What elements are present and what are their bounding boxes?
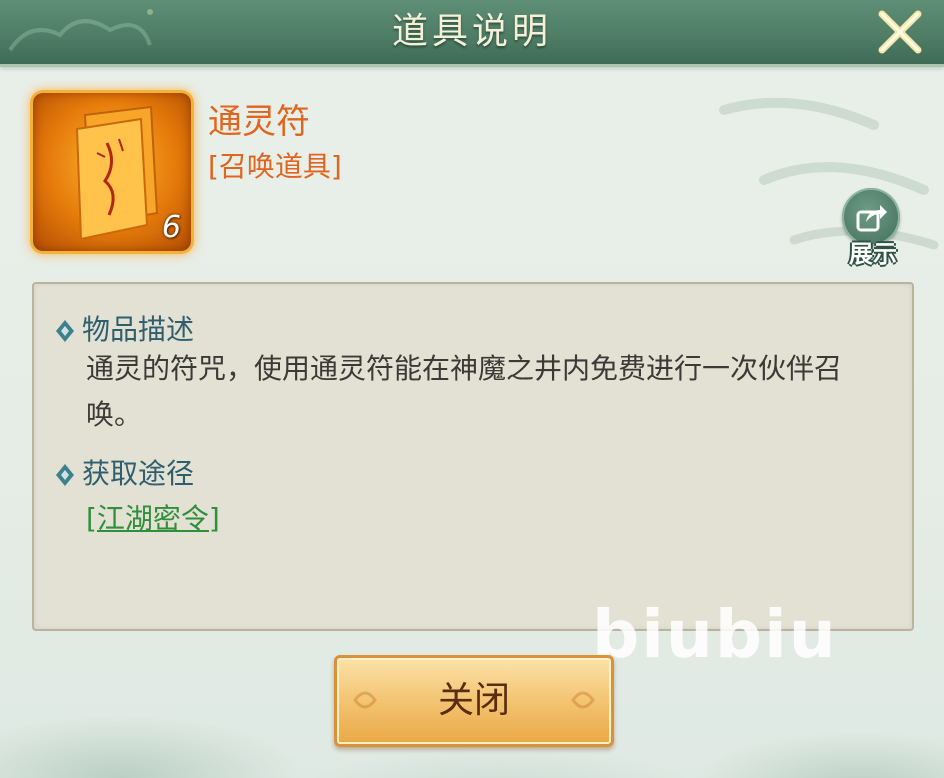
item-name: 通灵符	[208, 102, 310, 142]
source-link[interactable]: [江湖密令]	[86, 497, 220, 537]
source-heading-label: 获取途径	[82, 457, 195, 490]
source-heading: 获取途径	[54, 452, 194, 492]
diamond-bullet-icon	[56, 320, 74, 342]
item-type: [召唤道具]	[208, 150, 342, 183]
item-icon-frame: 6	[33, 93, 191, 251]
share-button[interactable]: 展示	[836, 188, 910, 270]
item-count: 6	[161, 210, 181, 245]
close-x-icon[interactable]	[874, 6, 926, 58]
description-panel: 物品描述 通灵的符咒，使用通灵符能在神魔之井内免费进行一次伙伴召唤。 获取途径 …	[32, 282, 914, 631]
watermark: biubiu	[592, 596, 838, 673]
description-text: 通灵的符咒，使用通灵符能在神魔之井内免费进行一次伙伴召唤。	[86, 352, 843, 431]
close-button-label: 关闭	[437, 680, 510, 721]
share-arrow-icon	[856, 205, 887, 232]
description-heading: 物品描述	[54, 308, 194, 348]
item-info-dialog: 道具说明 6 通灵符 [召唤道具] 展示 物品描述 通灵的符咒，使用通灵符能在神…	[0, 0, 944, 778]
diamond-bullet-icon	[56, 464, 74, 486]
close-button[interactable]: 关闭	[334, 655, 614, 747]
dialog-title: 道具说明	[391, 11, 552, 52]
dialog-header: 道具说明	[0, 0, 944, 67]
description-heading-label: 物品描述	[82, 313, 195, 346]
share-label: 展示	[849, 240, 897, 268]
